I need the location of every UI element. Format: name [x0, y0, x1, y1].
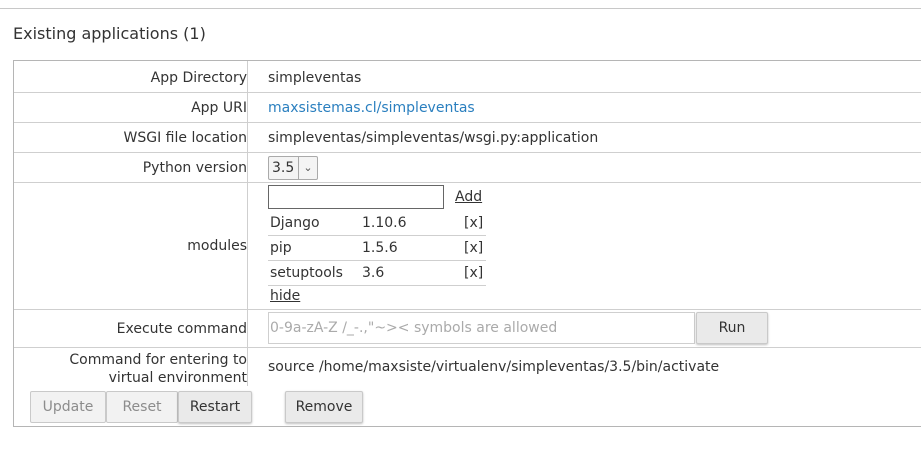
top-divider — [0, 8, 921, 9]
wsgi-label: WSGI file location — [14, 123, 248, 152]
app-uri-label: App URI — [14, 93, 248, 122]
venv-label: Command for entering to virtual environm… — [14, 348, 248, 386]
venv-label-line1: Command for entering to — [69, 352, 247, 368]
python-version-selected: 3.5 — [272, 160, 295, 176]
restart-button[interactable]: Restart — [178, 391, 252, 423]
module-name: Django — [270, 215, 320, 231]
module-name: pip — [270, 240, 292, 256]
row-app-uri: App URI maxsistemas.cl/simpleventas — [14, 93, 921, 123]
venv-command-value: source /home/maxsiste/virtualenv/simplev… — [268, 359, 720, 375]
module-name: setuptools — [270, 265, 343, 281]
venv-label-line2: virtual environment — [108, 370, 247, 386]
hide-modules-link[interactable]: hide — [270, 288, 300, 304]
remove-button[interactable]: Remove — [285, 391, 363, 423]
module-row: Django 1.10.6 [x] — [268, 212, 486, 236]
row-execute-command: Execute command 0-9a-zA-Z /_-.,"~>< symb… — [14, 310, 921, 348]
remove-module-button[interactable]: [x] — [464, 215, 483, 231]
application-panel: App Directory simpleventas App URI maxsi… — [13, 60, 921, 427]
execute-command-input[interactable]: 0-9a-zA-Z /_-.,"~>< symbols are allowed — [268, 312, 695, 344]
app-directory-value: simpleventas — [268, 70, 362, 86]
row-python-version: Python version 3.5 ⌄ — [14, 153, 921, 183]
row-app-directory: App Directory simpleventas — [14, 61, 921, 93]
execute-command-label: Execute command — [14, 310, 248, 347]
section-title: Existing applications (1) — [13, 24, 206, 43]
module-version: 3.6 — [362, 265, 385, 281]
update-button[interactable]: Update — [30, 391, 106, 423]
run-button[interactable]: Run — [696, 312, 768, 344]
chevron-down-icon: ⌄ — [298, 157, 317, 179]
row-virtual-env: Command for entering to virtual environm… — [14, 348, 921, 386]
row-modules: modules Add Django 1.10.6 [x] pip 1.5.6 … — [14, 183, 921, 310]
app-directory-label: App Directory — [14, 61, 248, 92]
add-module-link[interactable]: Add — [455, 189, 482, 205]
python-version-label: Python version — [14, 153, 248, 182]
module-row: setuptools 3.6 [x] — [268, 262, 486, 286]
python-version-select[interactable]: 3.5 ⌄ — [268, 156, 318, 180]
remove-module-button[interactable]: [x] — [464, 265, 483, 281]
remove-module-button[interactable]: [x] — [464, 240, 483, 256]
module-version: 1.5.6 — [362, 240, 398, 256]
reset-button[interactable]: Reset — [106, 391, 178, 423]
module-name-input[interactable] — [268, 185, 444, 209]
row-wsgi: WSGI file location simpleventas/simpleve… — [14, 123, 921, 153]
wsgi-value: simpleventas/simpleventas/wsgi.py:applic… — [268, 130, 599, 146]
app-uri-link[interactable]: maxsistemas.cl/simpleventas — [268, 100, 475, 116]
modules-label: modules — [14, 183, 248, 309]
module-row: pip 1.5.6 [x] — [268, 237, 486, 261]
module-version: 1.10.6 — [362, 215, 407, 231]
